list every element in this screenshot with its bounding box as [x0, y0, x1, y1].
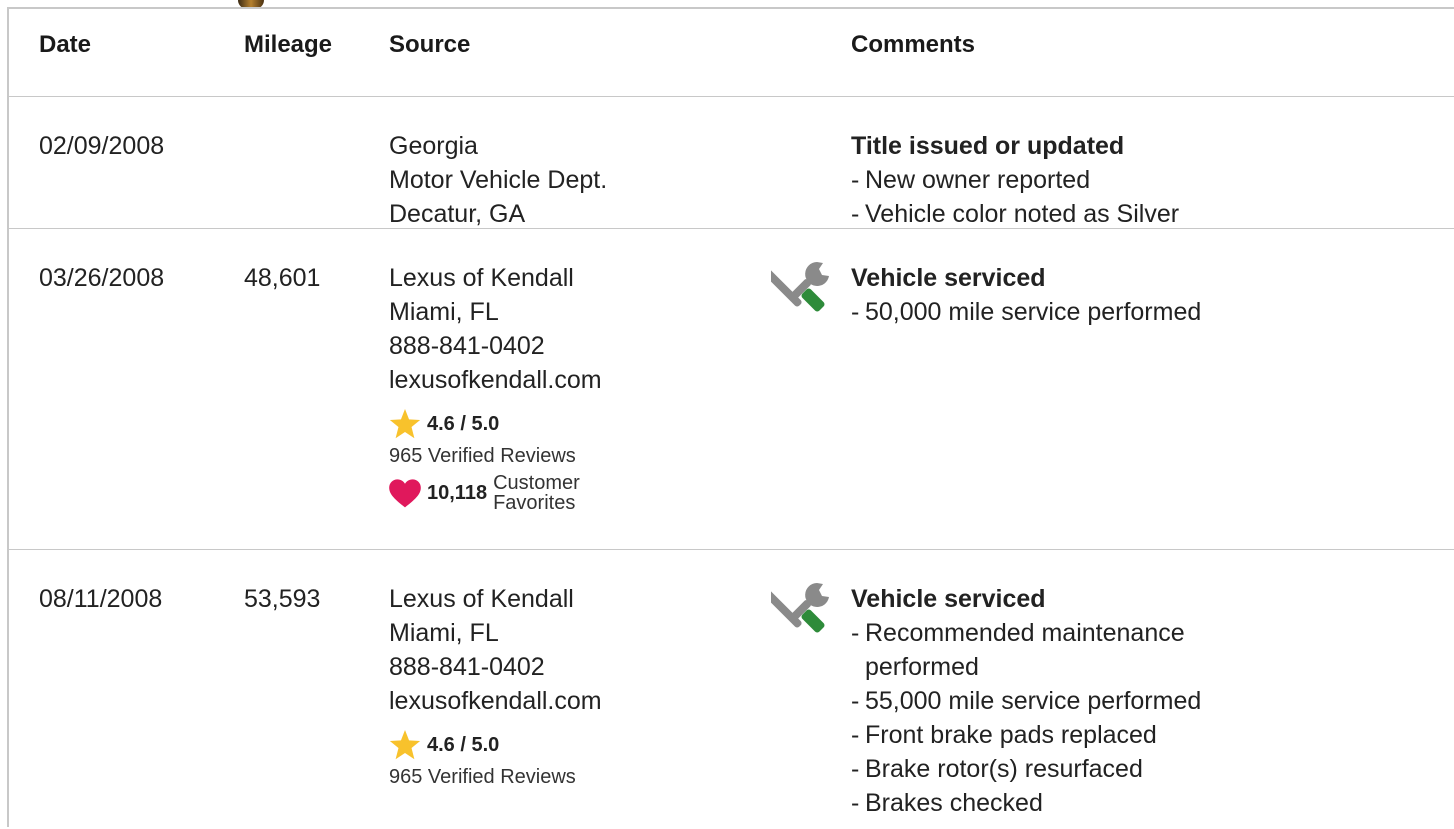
service-tools-icon	[764, 579, 837, 640]
table-header-row: Date Mileage Source Comments	[9, 9, 1454, 96]
comment-item: -55,000 mile service performed	[851, 687, 1202, 715]
comment-title: Vehicle serviced	[851, 264, 1046, 292]
dealer-website-link[interactable]: lexusofkendall.com	[389, 684, 602, 718]
dealer-phone: 888-841-0402	[389, 332, 545, 360]
heart-icon	[389, 478, 421, 507]
column-header-mileage: Mileage	[244, 31, 333, 58]
record-comments: Vehicle serviced - Recommended maintenanc…	[851, 582, 1201, 820]
source-line: Decatur, GA	[389, 200, 526, 228]
comment-item-continued: performed	[865, 653, 979, 681]
customer-favorites: 10,118 Customer Favorites	[389, 473, 623, 513]
record-source: Georgia Motor Vehicle Dept. Decatur, GA	[389, 129, 607, 231]
record-date: 08/11/2008	[39, 585, 163, 613]
rating-value: 4.6 / 5.0	[427, 734, 500, 756]
record-date: 03/26/2008	[39, 264, 165, 292]
vehicle-history-table: Date Mileage Source Comments 02/09/2008 …	[7, 7, 1454, 827]
dealer-phone: 888-841-0402	[389, 653, 545, 681]
comment-title: Title issued or updated	[851, 132, 1125, 160]
record-source: Lexus of Kendall Miami, FL 888-841-0402 …	[389, 582, 602, 790]
comment-item: - Recommended maintenance	[851, 619, 1185, 647]
column-header-date: Date	[39, 31, 92, 58]
source-line: Miami, FL	[389, 619, 499, 647]
record-comments: Title issued or updated - New owner repor…	[851, 129, 1179, 231]
service-tools-icon	[764, 258, 837, 319]
comment-title: Vehicle serviced	[851, 585, 1046, 613]
record-mileage: 48,601	[244, 264, 321, 292]
favorites-count: 10,118	[427, 482, 488, 504]
table-row: 03/26/2008 48,601 Lexus of Kendall Miami…	[9, 228, 1454, 549]
verified-reviews-link[interactable]: 965 Verified Reviews	[389, 443, 623, 469]
favorites-label: Customer Favorites	[493, 472, 580, 514]
comment-item: - Vehicle color noted as Silver	[851, 200, 1180, 228]
comment-item: - Front brake pads replaced	[851, 721, 1157, 749]
source-line: Georgia	[389, 132, 478, 160]
record-date: 02/09/2008	[39, 132, 165, 160]
table-row: 08/11/2008 53,593 Lexus of Kendall Miami…	[9, 549, 1454, 829]
source-line: Miami, FL	[389, 298, 499, 326]
comment-item: - Brake rotor(s) resurfaced	[851, 755, 1143, 783]
record-mileage: 53,593	[244, 585, 321, 613]
star-icon	[389, 730, 421, 760]
record-comments: Vehicle serviced -50,000 mile service pe…	[851, 261, 1201, 329]
dealer-website-link[interactable]: lexusofkendall.com	[389, 363, 623, 397]
dealer-rating: 4.6 / 5.0	[389, 409, 623, 439]
column-header-source: Source	[389, 31, 471, 58]
star-icon	[389, 409, 421, 439]
rating-value: 4.6 / 5.0	[427, 413, 500, 435]
comment-item: -50,000 mile service performed	[851, 298, 1202, 326]
dealer-rating: 4.6 / 5.0	[389, 730, 602, 760]
source-line: Motor Vehicle Dept.	[389, 166, 608, 194]
comment-item: - Brakes checked	[851, 789, 1043, 817]
table-row: 02/09/2008 Georgia Motor Vehicle Dept. D…	[9, 96, 1454, 228]
column-header-comments: Comments	[851, 31, 976, 58]
dealer-name-link[interactable]: Lexus of Kendall	[389, 261, 623, 295]
comment-item: - New owner reported	[851, 166, 1091, 194]
record-source: Lexus of Kendall Miami, FL 888-841-0402 …	[389, 261, 623, 513]
dealer-name-link[interactable]: Lexus of Kendall	[389, 582, 602, 616]
verified-reviews-link[interactable]: 965 Verified Reviews	[389, 764, 602, 790]
